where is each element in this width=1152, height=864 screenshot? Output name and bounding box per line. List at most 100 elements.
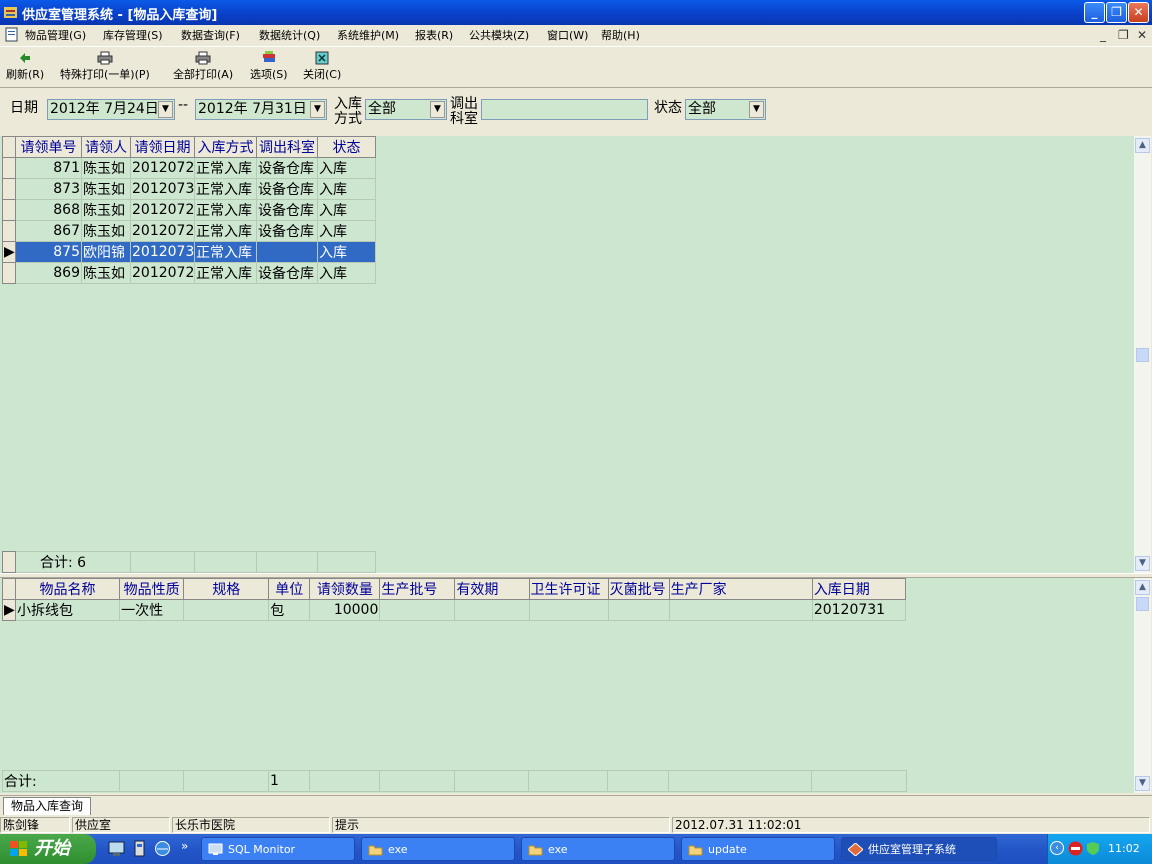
- cell-method[interactable]: 正常入库: [194, 178, 257, 200]
- cell-maker[interactable]: [668, 599, 813, 621]
- cell-id[interactable]: 867: [15, 220, 82, 242]
- cell-method[interactable]: 正常入库: [194, 262, 257, 284]
- refresh-button[interactable]: 刷新(R): [6, 51, 44, 82]
- cell-person[interactable]: 陈玉如: [81, 220, 131, 242]
- date-to-picker[interactable]: 2012年 7月31日 ▼: [195, 99, 327, 120]
- cell-id[interactable]: 875: [15, 241, 82, 263]
- table-row[interactable]: 873 陈玉如 20120730 正常入库 设备仓库 入库: [2, 178, 376, 200]
- scroll-up-icon[interactable]: ▲: [1135, 138, 1150, 153]
- cell-person[interactable]: 陈玉如: [81, 262, 131, 284]
- menu-item-reports[interactable]: 报表(R): [415, 27, 453, 43]
- cell-status[interactable]: 入库: [317, 199, 376, 221]
- column-header[interactable]: 物品名称: [14, 578, 121, 600]
- scroll-down-icon[interactable]: ▼: [1135, 776, 1150, 791]
- row-indicator-arrow-icon[interactable]: ▶: [2, 599, 16, 621]
- cell-nature[interactable]: 一次性: [119, 599, 185, 621]
- scroll-thumb[interactable]: [1136, 348, 1149, 362]
- cell-qty[interactable]: 10000: [309, 599, 381, 621]
- taskbar-item-update[interactable]: update: [681, 837, 835, 861]
- menu-item-maintenance[interactable]: 系统维护(M): [337, 27, 399, 43]
- table-row[interactable]: 867 陈玉如 20120725 正常入库 设备仓库 入库: [2, 220, 376, 242]
- column-header[interactable]: 生产批号: [379, 578, 456, 600]
- mdi-restore-button[interactable]: ❐: [1118, 28, 1129, 42]
- cell-id[interactable]: 873: [15, 178, 82, 200]
- column-header[interactable]: 物品性质: [119, 578, 185, 600]
- column-header[interactable]: 状态: [317, 136, 376, 158]
- column-header[interactable]: 请领数量: [309, 578, 381, 600]
- row-indicator[interactable]: [2, 178, 16, 200]
- cell-dept[interactable]: 设备仓库: [256, 157, 318, 179]
- close-window-button[interactable]: ✕: [1128, 2, 1149, 23]
- table-row[interactable]: ▶ 小拆线包 一次性 包 10000 20120731: [2, 599, 907, 621]
- cell-in-date[interactable]: 20120731: [811, 599, 907, 621]
- table-row-selected[interactable]: ▶ 875 欧阳锦 20120731 正常入库 入库: [2, 241, 376, 263]
- table-row[interactable]: 869 陈玉如 20120726 正常入库 设备仓库 入库: [2, 262, 376, 284]
- status-select[interactable]: 全部 ▼: [685, 99, 766, 120]
- cell-method[interactable]: 正常入库: [194, 157, 257, 179]
- scroll-thumb[interactable]: [1136, 597, 1149, 611]
- menu-item-query[interactable]: 数据查询(F): [181, 27, 240, 43]
- cell-name[interactable]: 小拆线包: [14, 599, 121, 621]
- column-header[interactable]: 调出科室: [256, 136, 318, 158]
- quicklaunch-overflow-icon[interactable]: »: [181, 839, 188, 853]
- chevron-down-icon[interactable]: ▼: [310, 101, 325, 118]
- cell-license[interactable]: [528, 599, 609, 621]
- cell-status[interactable]: 入库: [317, 262, 376, 284]
- cell-dept[interactable]: 设备仓库: [256, 262, 318, 284]
- mdi-close-button[interactable]: ✕: [1137, 28, 1147, 42]
- close-button[interactable]: 关闭(C): [303, 51, 341, 82]
- master-vertical-scrollbar[interactable]: ▲ ▼: [1134, 136, 1151, 573]
- cell-status[interactable]: 入库: [317, 241, 376, 263]
- cell-expiry[interactable]: [454, 599, 530, 621]
- date-from-picker[interactable]: 2012年 7月24日 ▼: [47, 99, 175, 120]
- cell-status[interactable]: 入库: [317, 178, 376, 200]
- tab-goods-inbound-query[interactable]: 物品入库查询: [3, 797, 91, 815]
- options-button[interactable]: 选项(S): [250, 51, 288, 82]
- cell-sterile[interactable]: [607, 599, 670, 621]
- row-indicator[interactable]: [2, 199, 16, 221]
- taskbar-item-sql-monitor[interactable]: SQL Monitor: [201, 837, 355, 861]
- column-header[interactable]: 入库方式: [194, 136, 257, 158]
- dept-input[interactable]: [481, 99, 648, 120]
- column-header[interactable]: 规格: [183, 578, 270, 600]
- document-icon[interactable]: [4, 27, 19, 42]
- print-all-button[interactable]: 全部打印(A): [173, 51, 233, 82]
- start-button[interactable]: 开始: [0, 834, 96, 864]
- tray-expand-icon[interactable]: ‹: [1050, 841, 1064, 855]
- cell-method[interactable]: 正常入库: [194, 199, 257, 221]
- minimize-button[interactable]: _: [1084, 2, 1105, 23]
- master-grid[interactable]: 请领单号 请领人 请领日期 入库方式 调出科室 状态 871 陈玉如 20120…: [2, 136, 376, 284]
- show-desktop-icon[interactable]: [108, 840, 125, 857]
- cell-status[interactable]: 入库: [317, 157, 376, 179]
- browser-icon[interactable]: [154, 840, 171, 857]
- cell-date[interactable]: 20120725: [130, 199, 195, 221]
- column-header[interactable]: 单位: [268, 578, 311, 600]
- cell-status[interactable]: 入库: [317, 220, 376, 242]
- detail-vertical-scrollbar[interactable]: ▲ ▼: [1134, 578, 1151, 793]
- column-header[interactable]: 入库日期: [811, 578, 907, 600]
- restore-button[interactable]: ❐: [1106, 2, 1127, 23]
- cell-dept[interactable]: 设备仓库: [256, 220, 318, 242]
- table-row[interactable]: 868 陈玉如 20120725 正常入库 设备仓库 入库: [2, 199, 376, 221]
- taskbar-item-supply-system[interactable]: 供应室管理子系统: [841, 837, 997, 861]
- cell-id[interactable]: 868: [15, 199, 82, 221]
- cell-date[interactable]: 20120726: [130, 262, 195, 284]
- cell-batch[interactable]: [379, 599, 456, 621]
- cell-id[interactable]: 871: [15, 157, 82, 179]
- cell-date[interactable]: 20120731: [130, 241, 195, 263]
- cell-unit[interactable]: 包: [268, 599, 311, 621]
- shield-icon[interactable]: [1086, 841, 1100, 856]
- taskbar-item-exe-1[interactable]: exe: [361, 837, 515, 861]
- menu-item-inventory[interactable]: 库存管理(S): [103, 27, 163, 43]
- menu-item-common[interactable]: 公共模块(Z): [469, 27, 529, 43]
- cell-spec[interactable]: [183, 599, 270, 621]
- cell-dept[interactable]: 设备仓库: [256, 199, 318, 221]
- blocked-icon[interactable]: [1068, 841, 1083, 856]
- cell-method[interactable]: 正常入库: [194, 241, 257, 263]
- clock[interactable]: 11:02: [1108, 842, 1140, 855]
- cell-method[interactable]: 正常入库: [194, 220, 257, 242]
- row-indicator[interactable]: [2, 220, 16, 242]
- cell-date[interactable]: 20120725: [130, 220, 195, 242]
- taskbar-item-exe-2[interactable]: exe: [521, 837, 675, 861]
- detail-grid[interactable]: 物品名称 物品性质 规格 单位 请领数量 生产批号 有效期 卫生许可证 灭菌批号…: [2, 578, 907, 621]
